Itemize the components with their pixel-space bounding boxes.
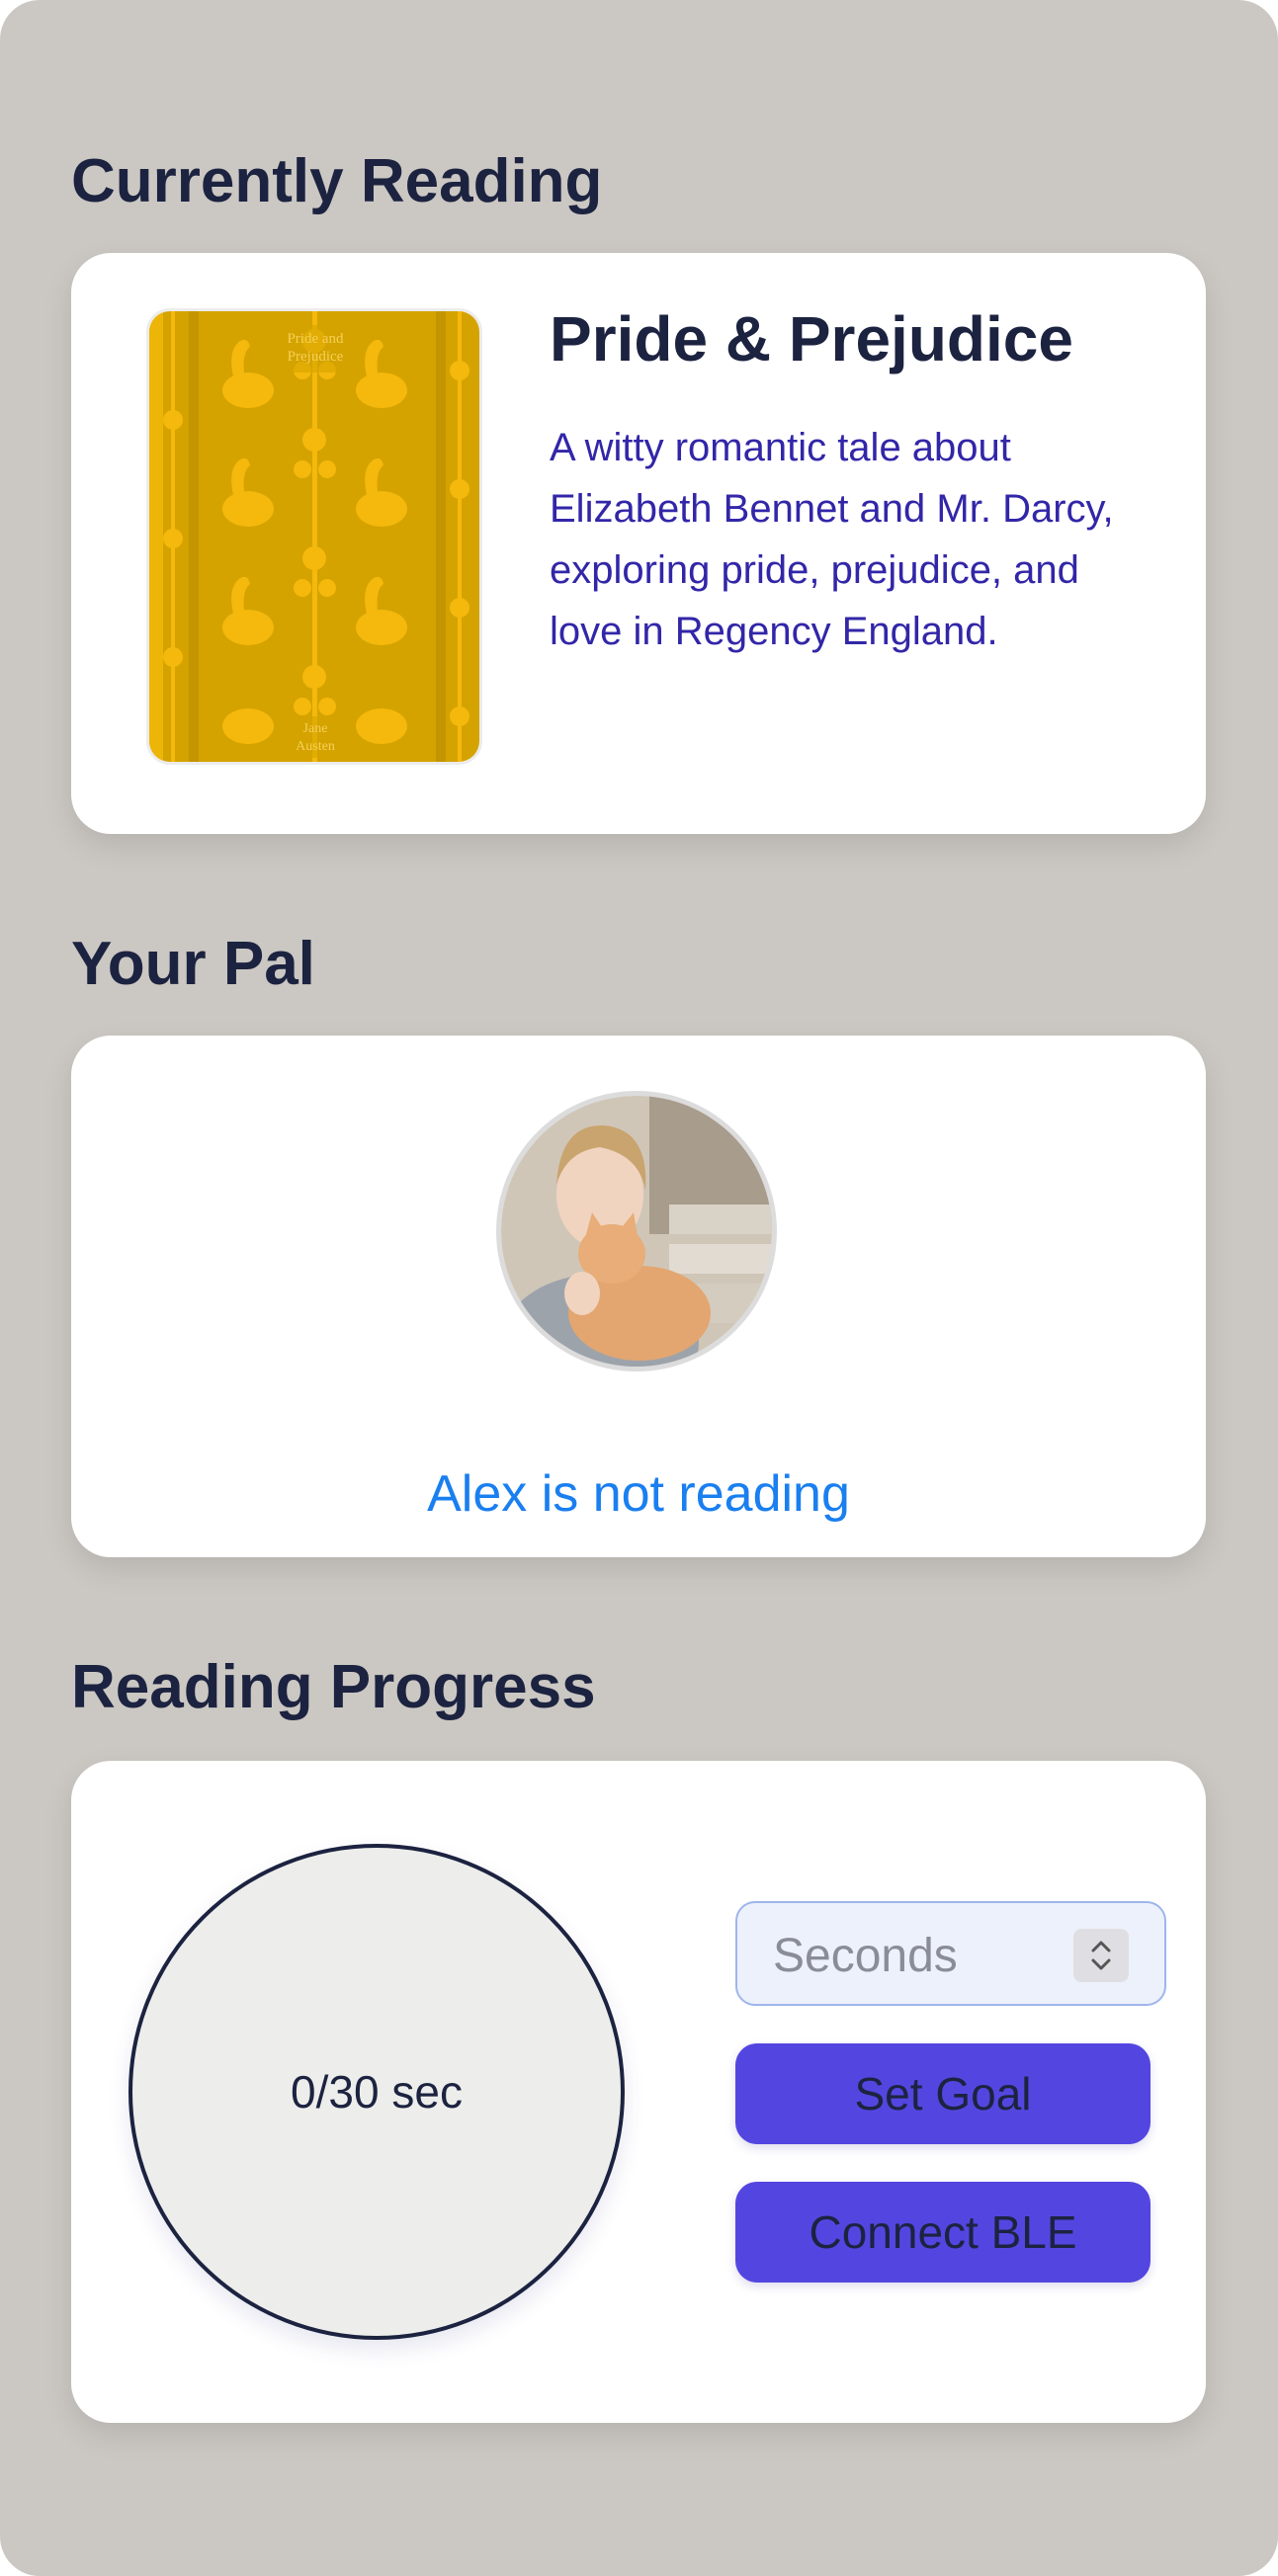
woman-with-cat-photo-icon bbox=[501, 1096, 772, 1367]
currently-reading-heading: Currently Reading bbox=[71, 147, 603, 215]
svg-text:Jane: Jane bbox=[303, 721, 328, 736]
pal-card: Alex is not reading bbox=[71, 1036, 1206, 1557]
book-title: Pride & Prejudice bbox=[550, 303, 1073, 374]
set-goal-button[interactable]: Set Goal bbox=[735, 2043, 1150, 2144]
svg-text:Pride and: Pride and bbox=[287, 331, 344, 347]
book-description: A witty romantic tale about Elizabeth Be… bbox=[550, 426, 1114, 653]
app-screen: Currently Reading Pride and Prejudice Ja… bbox=[0, 0, 1278, 2576]
pal-reading-status: Alex is not reading bbox=[427, 1465, 850, 1523]
progress-value: 0/30 sec bbox=[291, 2066, 463, 2118]
book-cover-image: Pride and Prejudice Jane Austen bbox=[146, 308, 482, 765]
your-pal-heading: Your Pal bbox=[71, 930, 315, 998]
time-unit-selected: Seconds bbox=[773, 1930, 958, 1982]
svg-text:Prejudice: Prejudice bbox=[288, 349, 344, 365]
svg-text:Austen: Austen bbox=[296, 739, 335, 754]
pal-avatar[interactable] bbox=[496, 1091, 777, 1371]
book-card[interactable]: Pride and Prejudice Jane Austen Pride & … bbox=[71, 253, 1206, 834]
connect-ble-button[interactable]: Connect BLE bbox=[735, 2182, 1150, 2283]
progress-card: 0/30 sec Seconds Set Goal Connect BLE bbox=[71, 1761, 1206, 2423]
time-unit-select[interactable]: Seconds bbox=[735, 1901, 1166, 2006]
progress-ring: 0/30 sec bbox=[128, 1844, 625, 2340]
up-down-chevron-icon bbox=[1073, 1929, 1129, 1982]
reading-progress-heading: Reading Progress bbox=[71, 1653, 596, 1721]
